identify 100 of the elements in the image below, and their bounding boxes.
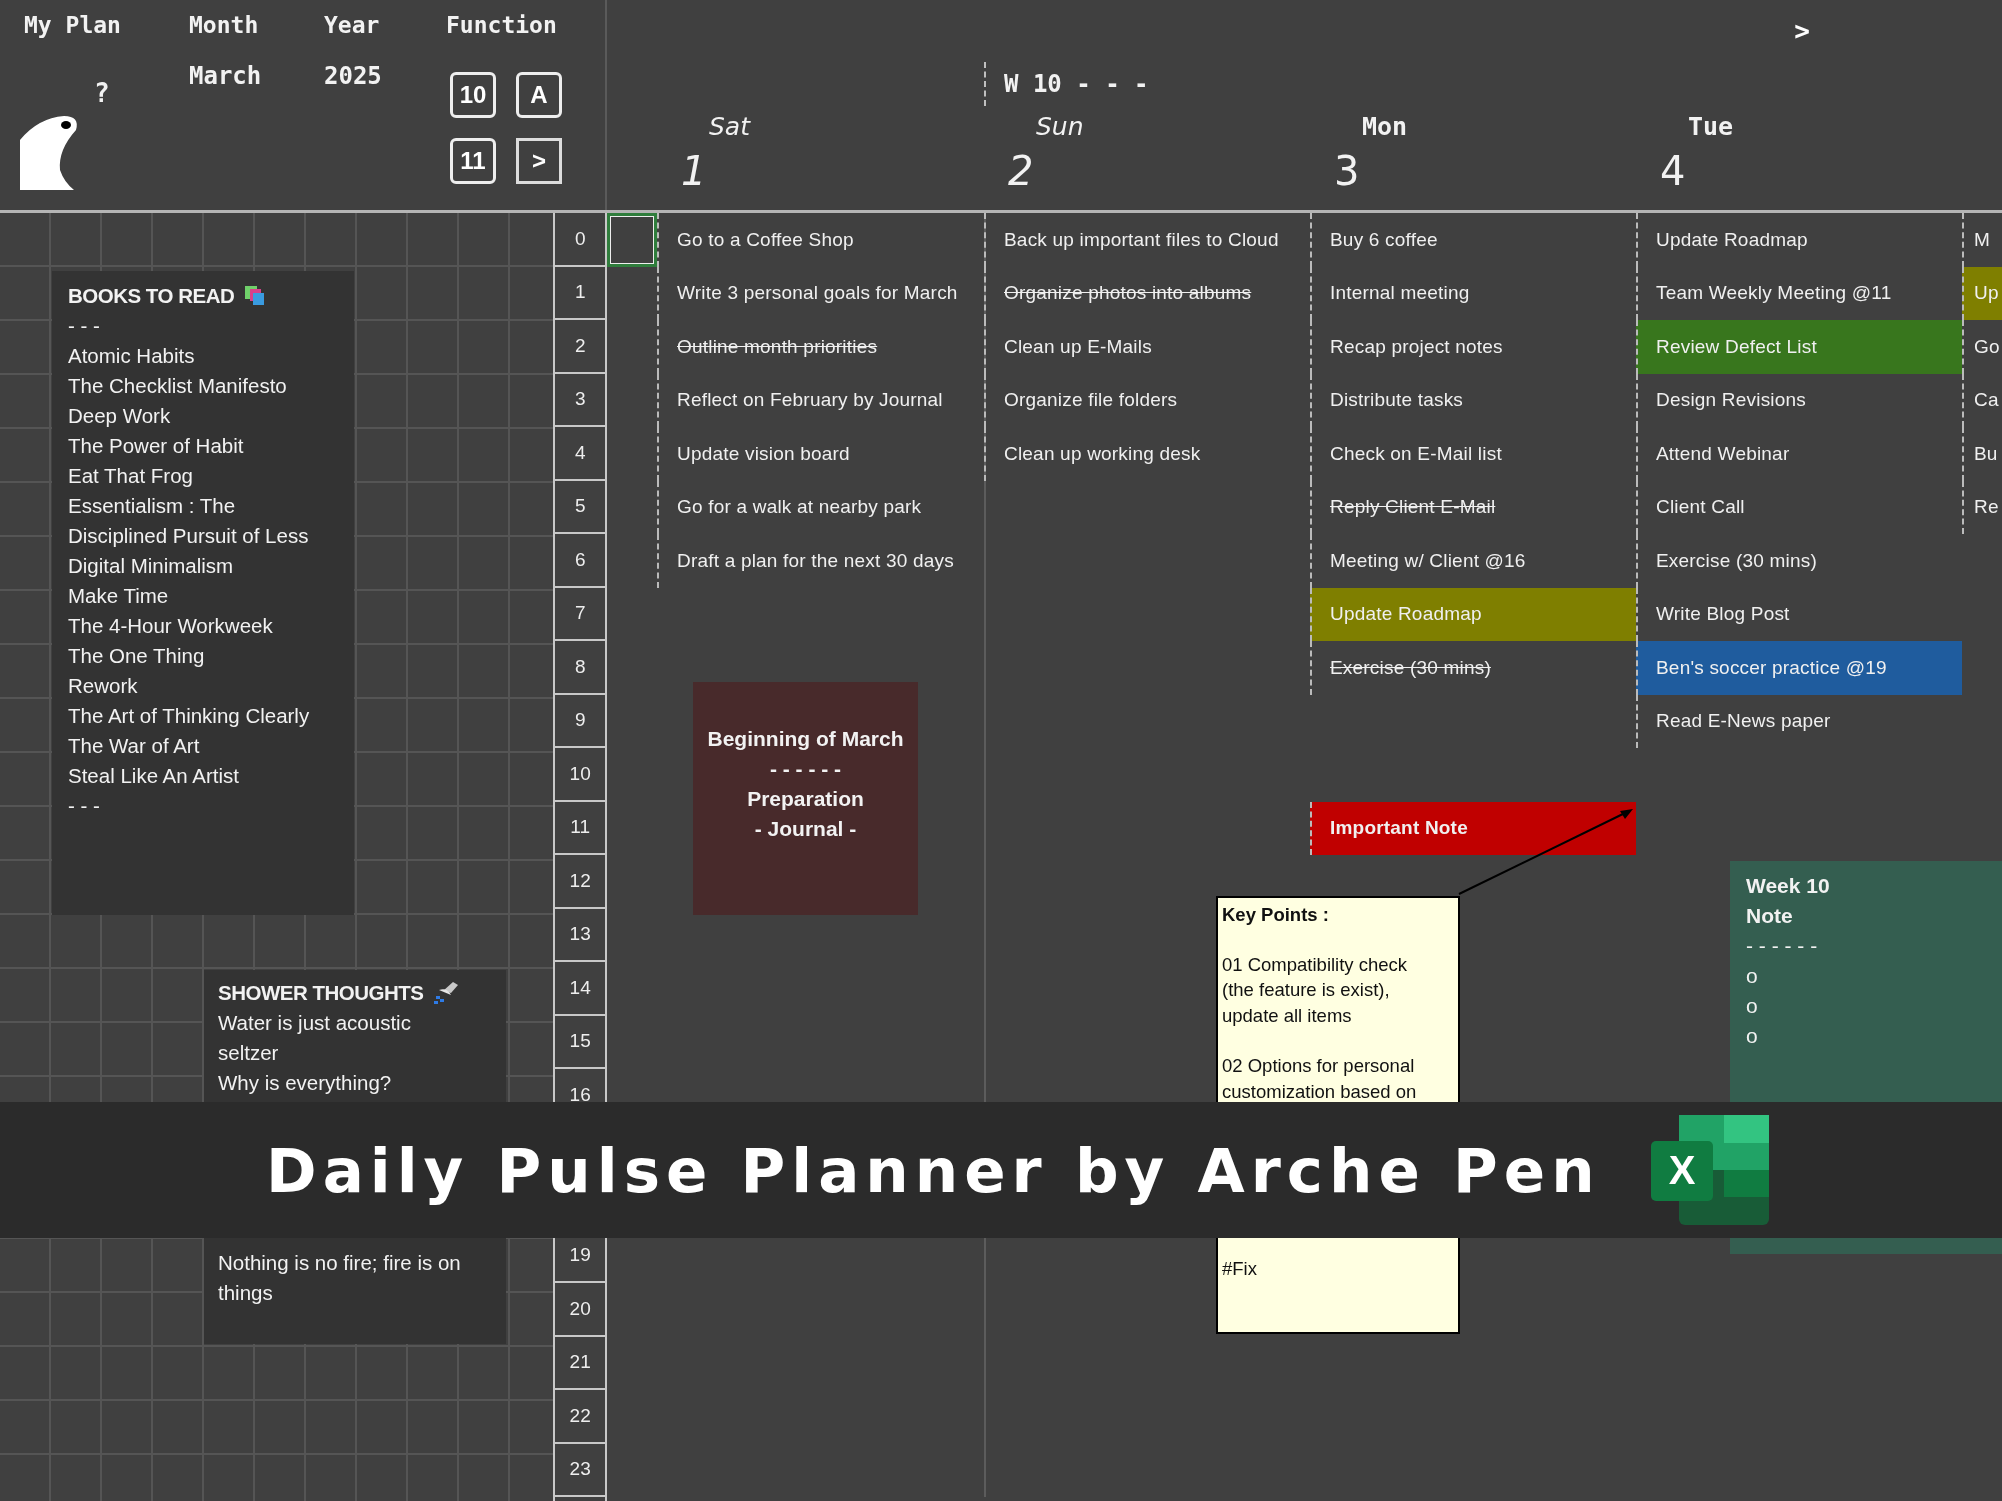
task-item[interactable]: Update Roadmap [1636, 213, 1962, 267]
function-button[interactable]: 10 [450, 72, 496, 118]
month-label: Month [189, 11, 259, 38]
task-item[interactable]: Outline month priorities [657, 320, 984, 374]
note-title: Key Points : [1222, 903, 1330, 927]
book-title: Make Time [68, 583, 170, 609]
task-item[interactable]: Check on E-Mail list [1310, 427, 1636, 481]
book-title: The 4-Hour Workweek [68, 613, 274, 639]
hour-label: 13 [555, 908, 605, 962]
note-text: 02 Options for personal customization based on [1222, 1054, 1418, 1104]
note-text: o [1746, 963, 1759, 989]
book-title: Rework [68, 673, 139, 699]
hour-label: 0 [555, 213, 605, 267]
day-name: Sat [708, 111, 750, 141]
hour-label: 14 [555, 962, 605, 1016]
task-item[interactable]: Update vision board [657, 427, 984, 481]
thought-text: Nothing is no fire; fire is on things [218, 1250, 462, 1306]
hour-label: 21 [555, 1336, 605, 1390]
task-item[interactable]: Clean up working desk [984, 427, 1310, 481]
book-title: Essentialism : The [68, 493, 237, 519]
book-title: Eat That Frog [68, 463, 194, 489]
month-value[interactable]: March [189, 50, 262, 90]
task-item[interactable]: Read E-News paper [1636, 694, 1962, 748]
spreadsheet-logo: X [1650, 1115, 1769, 1225]
hour-label: 3 [555, 373, 605, 427]
day-number: 4 [1659, 147, 1686, 196]
frame-button[interactable]: > [516, 138, 562, 184]
task-item[interactable]: Internal meeting [1310, 266, 1636, 320]
task-item[interactable]: Back up important files to Cloud [984, 213, 1310, 267]
task-item[interactable]: Re [1962, 480, 2002, 534]
task-item[interactable]: Bu [1962, 427, 2002, 481]
note-text: Week 10 [1746, 873, 1831, 899]
book-title: Deep Work [68, 403, 172, 429]
task-item[interactable]: Go [1962, 320, 2002, 374]
day-name: Tue [1687, 111, 1734, 141]
book-title: - - - [68, 313, 101, 339]
task-item[interactable]: Up [1962, 266, 2002, 320]
hour-label: 10 [555, 748, 605, 802]
book-title: Steal Like An Artist [68, 763, 240, 789]
task-item[interactable]: Clean up E-Mails [984, 320, 1310, 374]
books-icon [244, 285, 267, 307]
note-text: Note [1746, 903, 1794, 929]
function-button[interactable]: A [516, 72, 562, 118]
task-item[interactable]: Write 3 personal goals for March [657, 266, 984, 320]
task-item[interactable]: Organize photos into albums [984, 266, 1310, 320]
day-name: Mon [1361, 111, 1408, 141]
task-item[interactable]: Reflect on February by Journal [657, 373, 984, 427]
hour-label: 9 [555, 694, 605, 748]
hour-label: 20 [555, 1283, 605, 1337]
important-note[interactable]: Important Note [1310, 801, 1636, 855]
task-item[interactable]: Distribute tasks [1310, 373, 1636, 427]
note-text: Preparation [746, 786, 865, 812]
task-item[interactable]: Draft a plan for the next 30 days [657, 534, 984, 588]
task-item[interactable]: Review Defect List [1636, 320, 1962, 374]
hour-label: 8 [555, 641, 605, 695]
task-item[interactable]: Go for a walk at nearby park [657, 480, 984, 534]
task-item[interactable]: Client Call [1636, 480, 1962, 534]
day-number: 3 [1333, 147, 1360, 196]
question-mark: ? [94, 78, 110, 108]
note-title: SHOWER THOUGHTS [218, 980, 424, 1006]
task-item[interactable]: Attend Webinar [1636, 427, 1962, 481]
task-item[interactable]: Organize file folders [984, 373, 1310, 427]
note-text: Beginning of March [706, 726, 905, 752]
hour-label: 1 [555, 266, 605, 320]
day-number: 1 [680, 147, 707, 196]
hour-label: 7 [555, 587, 605, 641]
hour-label: 4 [555, 427, 605, 481]
book-title: Digital Minimalism [68, 553, 235, 579]
day-number: 2 [1007, 147, 1034, 196]
book-title: The Art of Thinking Clearly [68, 703, 311, 729]
book-title: The One Thing [68, 643, 206, 669]
function-label: Function [446, 11, 557, 38]
task-item[interactable]: Update Roadmap [1310, 587, 1636, 641]
note-text: #Fix [1222, 1257, 1258, 1281]
book-title: Disciplined Pursuit of Less [68, 523, 310, 549]
task-item[interactable]: Reply Client E-Mail [1310, 480, 1636, 534]
week-label: W 10 - - - [984, 62, 1310, 106]
active-cell[interactable] [607, 213, 657, 267]
book-title: Atomic Habits [68, 343, 196, 369]
app-title: My Plan [24, 11, 121, 38]
book-title: - - - [68, 793, 101, 819]
hour-label: 15 [555, 1015, 605, 1069]
book-title: The Checklist Manifesto [68, 373, 288, 399]
note-text: o [1746, 1023, 1759, 1049]
hour-label: 11 [555, 801, 605, 855]
book-title: The War of Art [68, 733, 201, 759]
note-text: - - - - - - [1746, 933, 1819, 959]
task-item[interactable]: Go to a Coffee Shop [657, 213, 984, 267]
task-item[interactable]: Ca [1962, 373, 2002, 427]
hour-label: 23 [555, 1443, 605, 1497]
task-item[interactable]: Buy 6 coffee [1310, 213, 1636, 267]
task-item[interactable]: Exercise (30 mins) [1636, 534, 1962, 588]
hour-label: 5 [555, 480, 605, 534]
note-text: 01 Compatibility check (the feature is exist), update all items [1222, 952, 1409, 1028]
year-value[interactable]: 2025 [324, 50, 382, 90]
task-item[interactable]: Ben's soccer practice @19 [1636, 641, 1962, 695]
next-button[interactable]: > [1790, 16, 1814, 46]
function-button[interactable]: 11 [450, 138, 496, 184]
thought-text: Why is everything? [218, 1070, 393, 1096]
task-item[interactable]: Design Revisions [1636, 373, 1962, 427]
